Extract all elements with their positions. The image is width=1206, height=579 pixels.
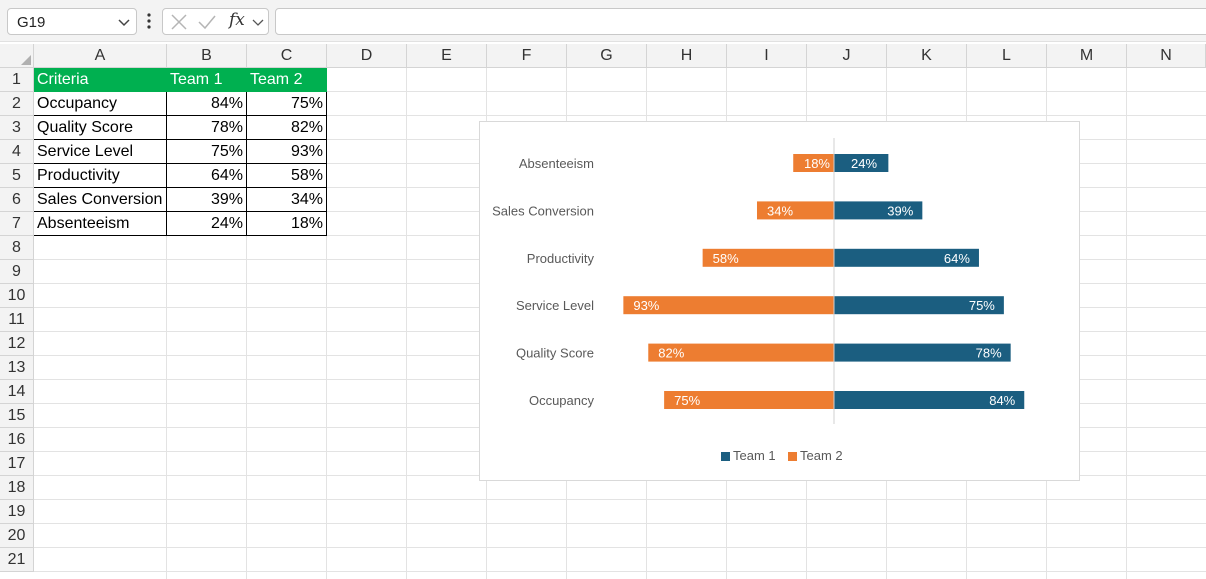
insert-function-button[interactable]: fx [229, 10, 245, 30]
value-cell[interactable]: 75% [167, 140, 247, 164]
category-label: Occupancy [529, 393, 595, 408]
category-label: Quality Score [516, 346, 594, 361]
data-label-team2: 58% [713, 251, 739, 266]
row-header-12[interactable]: 12 [0, 332, 34, 356]
row-header-20[interactable]: 20 [0, 524, 34, 548]
row-header-11[interactable]: 11 [0, 308, 34, 332]
column-header-j[interactable]: J [807, 44, 887, 68]
row-header-8[interactable]: 8 [0, 236, 34, 260]
table-header-cell[interactable]: Team 2 [247, 68, 327, 92]
row-header-21[interactable]: 21 [0, 548, 34, 572]
grid-column-line [406, 68, 407, 579]
column-header-e[interactable]: E [407, 44, 487, 68]
row-header-10[interactable]: 10 [0, 284, 34, 308]
legend-swatch-team1 [721, 452, 730, 461]
value-cell[interactable]: 82% [247, 116, 327, 140]
criteria-cell[interactable]: Productivity [34, 164, 167, 188]
row-header-7[interactable]: 7 [0, 212, 34, 236]
data-label-team1: 84% [989, 393, 1015, 408]
data-label-team1: 64% [944, 251, 970, 266]
data-label-team1: 39% [887, 203, 913, 218]
value-cell[interactable]: 34% [247, 188, 327, 212]
data-label-team2: 75% [674, 393, 700, 408]
grid-column-line [1126, 68, 1127, 579]
column-header-l[interactable]: L [967, 44, 1047, 68]
row-header-3[interactable]: 3 [0, 116, 34, 140]
data-label-team1: 24% [851, 156, 877, 171]
value-cell[interactable]: 24% [167, 212, 247, 236]
row-header-6[interactable]: 6 [0, 188, 34, 212]
column-header-a[interactable]: A [34, 44, 167, 68]
column-header-f[interactable]: F [487, 44, 567, 68]
row-header-9[interactable]: 9 [0, 260, 34, 284]
value-cell[interactable]: 64% [167, 164, 247, 188]
value-cell[interactable]: 84% [167, 92, 247, 116]
row-header-17[interactable]: 17 [0, 452, 34, 476]
data-label-team1: 75% [969, 298, 995, 313]
category-label: Productivity [527, 251, 595, 266]
category-label: Absenteeism [519, 156, 594, 171]
row-header-15[interactable]: 15 [0, 404, 34, 428]
select-all-icon [21, 55, 31, 65]
value-cell[interactable]: 18% [247, 212, 327, 236]
column-header-g[interactable]: G [567, 44, 647, 68]
enter-check-icon[interactable] [197, 13, 217, 31]
cancel-icon[interactable] [169, 13, 189, 31]
category-label: Service Level [516, 298, 594, 313]
criteria-cell[interactable]: Occupancy [34, 92, 167, 116]
row-header-5[interactable]: 5 [0, 164, 34, 188]
column-header-b[interactable]: B [167, 44, 247, 68]
value-cell[interactable]: 58% [247, 164, 327, 188]
row-header-4[interactable]: 4 [0, 140, 34, 164]
data-label-team2: 34% [767, 203, 793, 218]
table-header-cell[interactable]: Criteria [34, 68, 167, 92]
column-header-m[interactable]: M [1047, 44, 1127, 68]
more-options-icon[interactable] [144, 11, 154, 31]
row-header-2[interactable]: 2 [0, 92, 34, 116]
criteria-cell[interactable]: Service Level [34, 140, 167, 164]
category-label: Sales Conversion [492, 203, 594, 218]
name-box[interactable]: G19 [7, 8, 137, 35]
row-header-18[interactable]: 18 [0, 476, 34, 500]
column-header-h[interactable]: H [647, 44, 727, 68]
criteria-cell[interactable]: Quality Score [34, 116, 167, 140]
row-header-16[interactable]: 16 [0, 428, 34, 452]
value-cell[interactable]: 75% [247, 92, 327, 116]
criteria-cell[interactable]: Absenteeism [34, 212, 167, 236]
legend-label-team2: Team 2 [800, 448, 843, 463]
criteria-cell[interactable]: Sales Conversion [34, 188, 167, 212]
chevron-down-icon[interactable] [118, 18, 130, 28]
name-box-value: G19 [17, 14, 46, 31]
data-label-team2: 82% [658, 346, 684, 361]
value-cell[interactable]: 93% [247, 140, 327, 164]
column-header-k[interactable]: K [887, 44, 967, 68]
column-header-c[interactable]: C [247, 44, 327, 68]
formula-input[interactable] [275, 8, 1206, 35]
chart-svg: Absenteeism 18% 24% Sales Conversion 34% 39% P… [492, 138, 1025, 463]
legend-swatch-team2 [788, 452, 797, 461]
value-cell[interactable]: 39% [167, 188, 247, 212]
data-label-team1: 78% [976, 346, 1002, 361]
column-header-d[interactable]: D [327, 44, 407, 68]
row-header-19[interactable]: 19 [0, 500, 34, 524]
formula-bar-area: G19 fx [0, 0, 1206, 42]
formula-controls: fx [162, 8, 269, 35]
chevron-down-icon[interactable] [252, 18, 264, 28]
legend-label-team1: Team 1 [733, 448, 776, 463]
table-header-cell[interactable]: Team 1 [167, 68, 247, 92]
row-header-13[interactable]: 13 [0, 356, 34, 380]
select-all-corner[interactable] [0, 44, 34, 68]
row-header-14[interactable]: 14 [0, 380, 34, 404]
diverging-bar-chart[interactable]: Absenteeism 18% 24% Sales Conversion 34% 39% P… [479, 121, 1080, 481]
row-header-1[interactable]: 1 [0, 68, 34, 92]
data-label-team2: 18% [804, 156, 830, 171]
column-header-i[interactable]: I [727, 44, 807, 68]
data-label-team2: 93% [633, 298, 659, 313]
value-cell[interactable]: 78% [167, 116, 247, 140]
column-header-n[interactable]: N [1127, 44, 1206, 68]
